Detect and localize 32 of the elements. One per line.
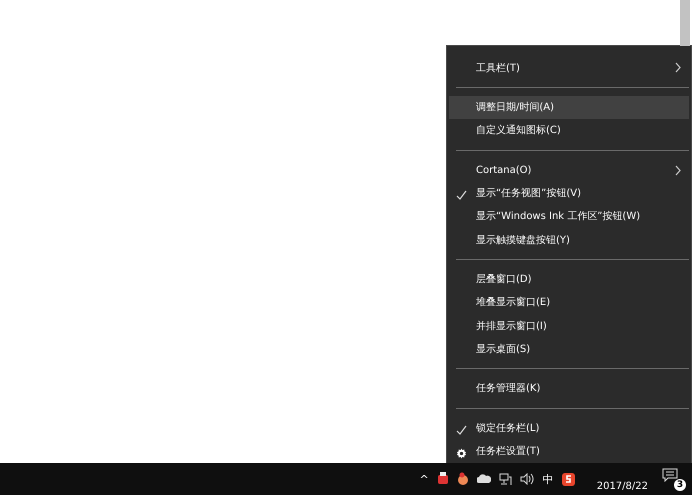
app-icon[interactable] — [562, 472, 575, 486]
gear-icon — [456, 448, 467, 459]
input-method-indicator[interactable]: 中 — [542, 472, 554, 486]
tray-overflow-button[interactable]: ^ — [420, 472, 429, 486]
menu-item[interactable]: 堆叠显示窗口(E) — [449, 290, 689, 314]
notification-count: 3 — [674, 479, 686, 491]
menu-item[interactable]: 任务管理器(K) — [449, 376, 689, 400]
scrollbar[interactable] — [680, 0, 690, 46]
check-icon — [456, 424, 467, 436]
chevron-right-icon — [675, 62, 681, 74]
network-icon[interactable] — [498, 472, 512, 486]
menu-item[interactable]: 显示“任务视图”按钮(V) — [449, 182, 689, 205]
menu-item[interactable]: 任务栏设置(T) — [449, 440, 689, 463]
menu-item[interactable]: 显示触摸键盘按钮(Y) — [449, 228, 689, 252]
message-icon — [662, 468, 678, 482]
menu-item[interactable]: 并排显示窗口(I) — [449, 314, 689, 338]
app-icon[interactable] — [436, 472, 449, 486]
menu-item[interactable]: 自定义通知图标(C) — [449, 118, 689, 142]
cloud-icon[interactable] — [476, 474, 491, 484]
menu-item[interactable]: Cortana(O) — [449, 158, 689, 182]
clock-date[interactable]: 2017/8/22 — [596, 481, 648, 492]
check-icon — [456, 190, 467, 201]
menu-item[interactable]: 工具栏(T) — [449, 56, 689, 80]
speaker-icon[interactable] — [520, 473, 535, 485]
menu-item[interactable]: 层叠窗口(D) — [449, 268, 689, 291]
menu-item[interactable]: 调整日期/时间(A) — [449, 96, 689, 119]
chevron-right-icon — [675, 164, 681, 176]
notification-button[interactable]: 3 — [662, 467, 686, 491]
menu-item[interactable]: 显示“Windows Ink 工作区”按钮(W) — [449, 204, 689, 228]
menu-item[interactable]: 显示桌面(S) — [449, 337, 689, 360]
menu-item[interactable]: 锁定任务栏(L) — [449, 416, 689, 440]
app-icon[interactable] — [456, 472, 469, 486]
